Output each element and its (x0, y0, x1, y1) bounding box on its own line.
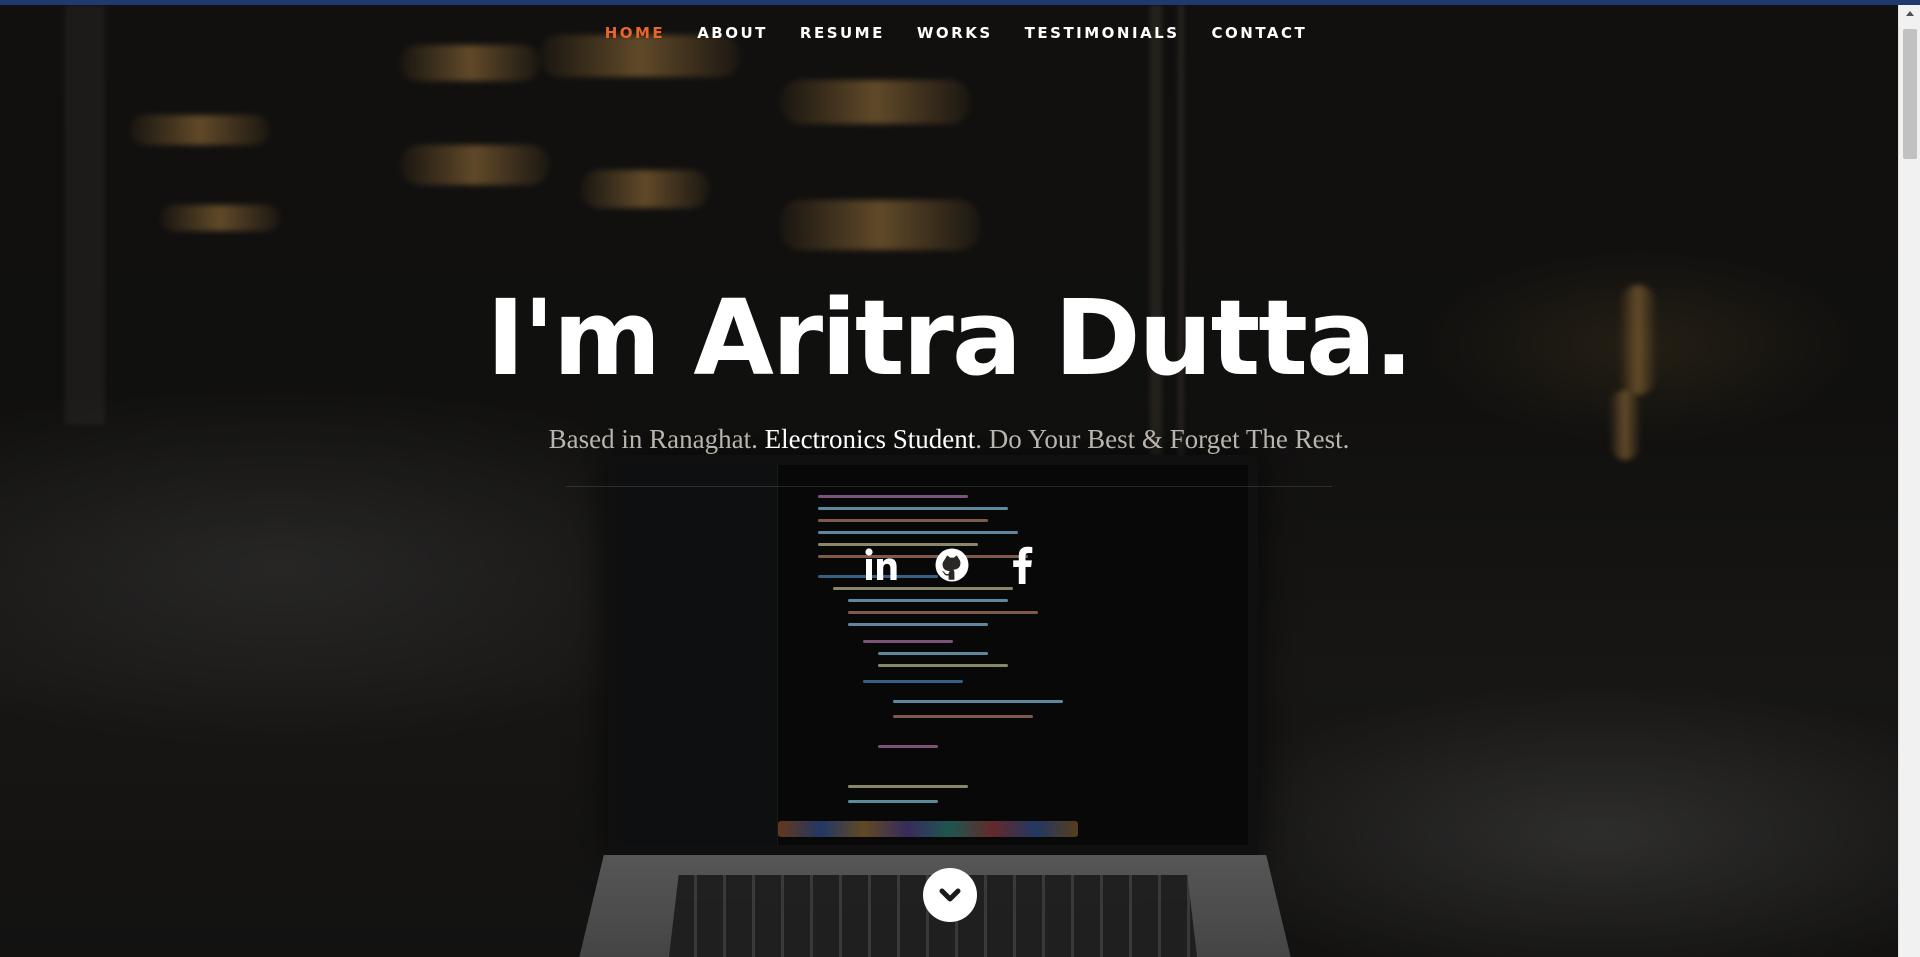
banner-tagline: Based in Ranaghat. Electronics Student. … (0, 424, 1898, 455)
linkedin-icon (865, 548, 897, 580)
banner-divider (566, 486, 1332, 487)
scroll-up-arrow-icon[interactable] (1899, 5, 1920, 22)
hero-overlay (0, 5, 1898, 957)
scroll-down-button[interactable] (923, 868, 977, 922)
nav-home[interactable]: HOME (605, 24, 665, 42)
scrollbar-thumb[interactable] (1903, 29, 1917, 159)
banner-headline: I'm Aritra Dutta. (486, 277, 1413, 399)
page-scrollbar[interactable] (1898, 5, 1920, 957)
tagline-highlight: Electronics Student (764, 424, 976, 454)
main-nav: HOME ABOUT RESUME WORKS TESTIMONIALS CON… (0, 24, 1898, 42)
nav-resume[interactable]: RESUME (800, 24, 885, 42)
nav-testimonials[interactable]: TESTIMONIALS (1025, 24, 1180, 42)
nav-about[interactable]: ABOUT (697, 24, 768, 42)
github-link[interactable] (932, 544, 972, 586)
nav-contact[interactable]: CONTACT (1212, 24, 1308, 42)
tagline-location: Based in Ranaghat. (548, 424, 765, 454)
facebook-icon (1013, 546, 1033, 584)
github-icon (935, 548, 969, 582)
social-links (0, 544, 1898, 586)
linkedin-link[interactable] (862, 544, 902, 586)
chevron-down-icon (939, 888, 961, 902)
hero-section (0, 5, 1898, 957)
nav-works[interactable]: WORKS (917, 24, 993, 42)
tagline-motto: . Do Your Best & Forget The Rest. (975, 424, 1350, 454)
top-accent-bar (0, 0, 1920, 5)
facebook-link[interactable] (1002, 544, 1042, 586)
